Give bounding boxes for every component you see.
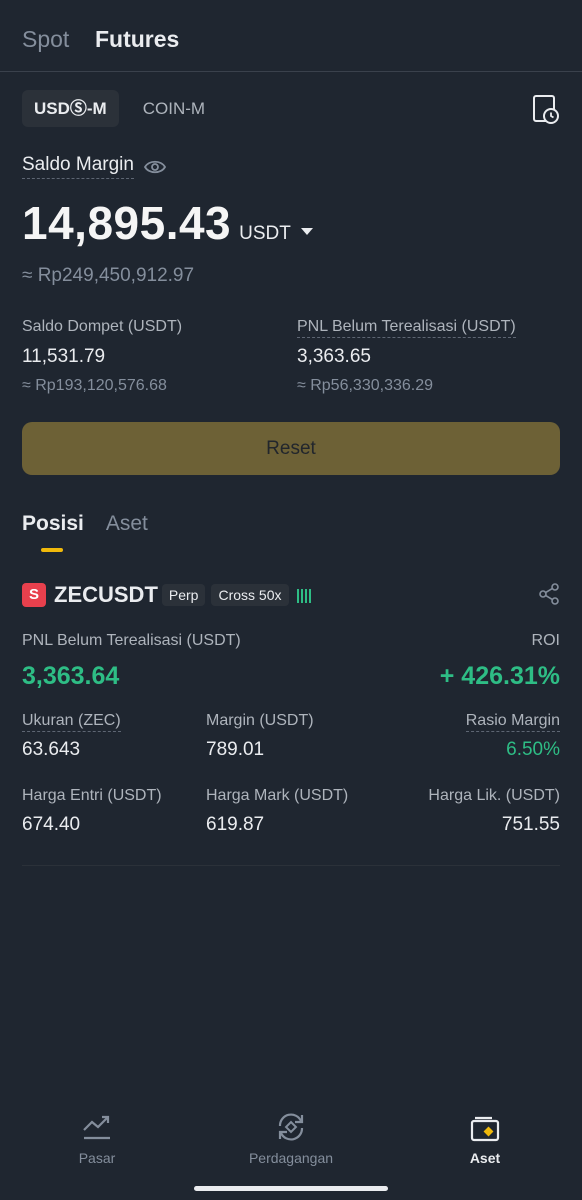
margin-balance-text: Saldo Margin [22, 154, 134, 179]
wallet-balance-label: Saldo Dompet (USDT) [22, 318, 183, 335]
contract-type-chip: Perp [161, 584, 206, 606]
mark-price-label: Harga Mark (USDT) [206, 787, 349, 804]
wallet-balance-idr: ≈ Rp193,120,576.68 [22, 377, 167, 394]
margin-cell: Margin (USDT) 789.01 [206, 712, 314, 761]
segment-usdm[interactable]: USDⓈ-M [22, 90, 119, 127]
contract-type-segment: USDⓈ-M COIN-M [22, 90, 217, 127]
unrealized-pnl-idr: ≈ Rp56,330,336.29 [297, 377, 433, 394]
margin-balance-label[interactable]: Saldo Margin [22, 154, 166, 179]
home-indicator [194, 1186, 388, 1191]
active-tab-indicator [41, 548, 63, 552]
eye-icon[interactable] [143, 159, 166, 175]
entry-price-value: 674.40 [22, 814, 81, 835]
reset-button[interactable]: Reset [22, 422, 560, 475]
margin-ratio-cell: Rasio Margin 6.50% [465, 712, 560, 761]
mark-price-value: 619.87 [206, 814, 265, 835]
tab-positions[interactable]: Posisi [22, 512, 84, 536]
wallet-icon [470, 1116, 500, 1142]
roi-label: ROI [531, 632, 560, 649]
trade-exchange-icon [278, 1113, 304, 1141]
nav-markets[interactable]: Pasar [17, 1110, 177, 1166]
balance-idr-equivalent: ≈ Rp249,450,912.97 [22, 265, 195, 286]
margin-ratio-label[interactable]: Rasio Margin [465, 712, 560, 732]
margin-balance: 14,895.43 USDT [22, 196, 313, 250]
size-value: 63.643 [22, 739, 81, 760]
position-pnl-value: 3,363.64 [22, 662, 120, 690]
size-cell: Ukuran (ZEC) 63.643 [22, 712, 121, 761]
top-nav: Spot Futures [0, 0, 582, 72]
nav-trade[interactable]: Perdagangan [211, 1110, 371, 1166]
roi-value: + 426.31% [439, 662, 560, 690]
caret-down-icon[interactable] [300, 228, 313, 235]
tab-spot[interactable]: Spot [22, 26, 69, 53]
tab-assets[interactable]: Aset [106, 512, 148, 536]
position-symbol[interactable]: ZECUSDT [54, 582, 158, 608]
history-icon[interactable] [532, 94, 560, 124]
wallet-balance-value: 11,531.79 [22, 346, 106, 367]
entry-price-label: Harga Entri (USDT) [22, 787, 162, 804]
nav-assets[interactable]: Aset [405, 1110, 565, 1166]
divider [22, 865, 560, 866]
balance-value: 14,895.43 [22, 197, 232, 249]
margin-mode-chip[interactable]: Cross 50x [211, 584, 289, 606]
margin-ratio-value: 6.50% [506, 739, 560, 760]
segment-coinm[interactable]: COIN-M [131, 90, 217, 127]
liq-price-value: 751.55 [501, 814, 560, 835]
short-badge: S [22, 583, 46, 607]
unrealized-pnl-value: 3,363.65 [297, 346, 371, 367]
liq-price-label: Harga Lik. (USDT) [428, 787, 560, 804]
liq-price-cell: Harga Lik. (USDT) 751.55 [428, 787, 560, 836]
entry-price-cell: Harga Entri (USDT) 674.40 [22, 787, 162, 836]
wallet-balance-stat: Saldo Dompet (USDT) 11,531.79 ≈ Rp193,12… [22, 318, 182, 395]
risk-bars-icon [296, 587, 311, 603]
nav-trade-label: Perdagangan [248, 1150, 334, 1166]
margin-label: Margin (USDT) [206, 712, 314, 729]
nav-markets-label: Pasar [78, 1150, 116, 1166]
balance-unit-selector[interactable]: USDT [239, 223, 291, 245]
size-label[interactable]: Ukuran (ZEC) [22, 712, 121, 732]
mark-price-cell: Harga Mark (USDT) 619.87 [206, 787, 348, 836]
unrealized-pnl-stat: PNL Belum Terealisasi (USDT) 3,363.65 ≈ … [297, 318, 516, 395]
position-tabs: Posisi Aset [22, 512, 148, 536]
nav-assets-label: Aset [469, 1150, 501, 1166]
margin-value: 789.01 [206, 739, 265, 760]
unrealized-pnl-label[interactable]: PNL Belum Terealisasi (USDT) [297, 318, 516, 338]
share-icon[interactable] [538, 583, 560, 605]
position-header: S ZECUSDT Perp Cross 50x [22, 582, 560, 608]
tab-futures[interactable]: Futures [95, 26, 179, 53]
chart-trend-icon [83, 1115, 110, 1140]
position-pnl-label: PNL Belum Terealisasi (USDT) [22, 632, 241, 649]
